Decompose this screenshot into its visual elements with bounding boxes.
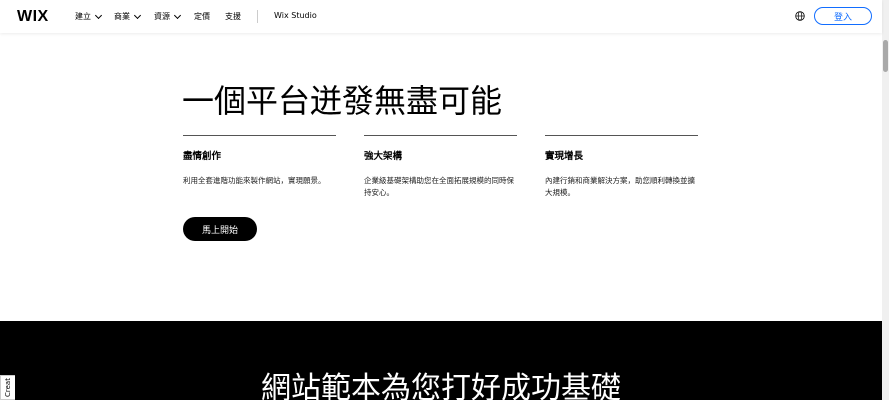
- chevron-down-icon: [94, 11, 103, 19]
- login-button[interactable]: 登入: [814, 7, 872, 25]
- feature-description: 企業級基礎架構助您在全面拓展規模的同時保持安心。: [364, 176, 514, 197]
- nav-item-resources[interactable]: 資源: [154, 11, 182, 22]
- nav-item-label: 支援: [225, 12, 241, 21]
- nav-item-label: 定價: [194, 12, 210, 21]
- nav-item-label: 資源: [154, 12, 170, 21]
- chevron-down-icon: [133, 11, 142, 19]
- nav-item-support[interactable]: 支援: [225, 11, 241, 22]
- hero-title: 一個平台迸發無盡可能: [182, 82, 503, 120]
- side-create-tab[interactable]: Creat: [0, 375, 15, 400]
- feature-title: 實現增長: [545, 151, 584, 162]
- nav-item-create[interactable]: 建立: [75, 11, 103, 22]
- feature-title: 盡情創作: [183, 151, 222, 162]
- chevron-down-icon: [173, 11, 182, 19]
- wix-logo[interactable]: WIX: [17, 8, 49, 26]
- scrollbar-thumb[interactable]: [883, 40, 888, 72]
- templates-section: 網站範本為您打好成功基礎: [0, 321, 882, 406]
- nav-item-wix-studio[interactable]: Wix Studio: [274, 11, 317, 20]
- feature-title: 強大架構: [364, 151, 403, 162]
- scrollbar[interactable]: [882, 0, 889, 400]
- feature-create: 盡情創作 利用全套進階功能來製作網站，實現願景。: [183, 135, 336, 187]
- get-started-button[interactable]: 馬上開始: [183, 217, 257, 241]
- nav-item-label: Wix Studio: [274, 11, 317, 20]
- top-navigation: WIX 建立 商業 資源 定價 支援 Wix Studio 登入: [0, 0, 882, 33]
- feature-description: 內建行銷和商業解決方案，助您順利轉換並擴大規模。: [545, 176, 695, 197]
- templates-title: 網站範本為您打好成功基礎: [261, 371, 621, 406]
- feature-infrastructure: 強大架構 企業級基礎架構助您在全面拓展規模的同時保持安心。: [364, 135, 517, 198]
- nav-item-business[interactable]: 商業: [114, 11, 142, 22]
- globe-icon[interactable]: [795, 11, 805, 21]
- feature-description: 利用全套進階功能來製作網站，實現願景。: [183, 176, 326, 185]
- nav-item-pricing[interactable]: 定價: [194, 11, 210, 22]
- nav-divider: [257, 10, 258, 23]
- nav-item-label: 建立: [75, 12, 91, 21]
- feature-growth: 實現增長 內建行銷和商業解決方案，助您順利轉換並擴大規模。: [545, 135, 698, 198]
- nav-item-label: 商業: [114, 12, 130, 21]
